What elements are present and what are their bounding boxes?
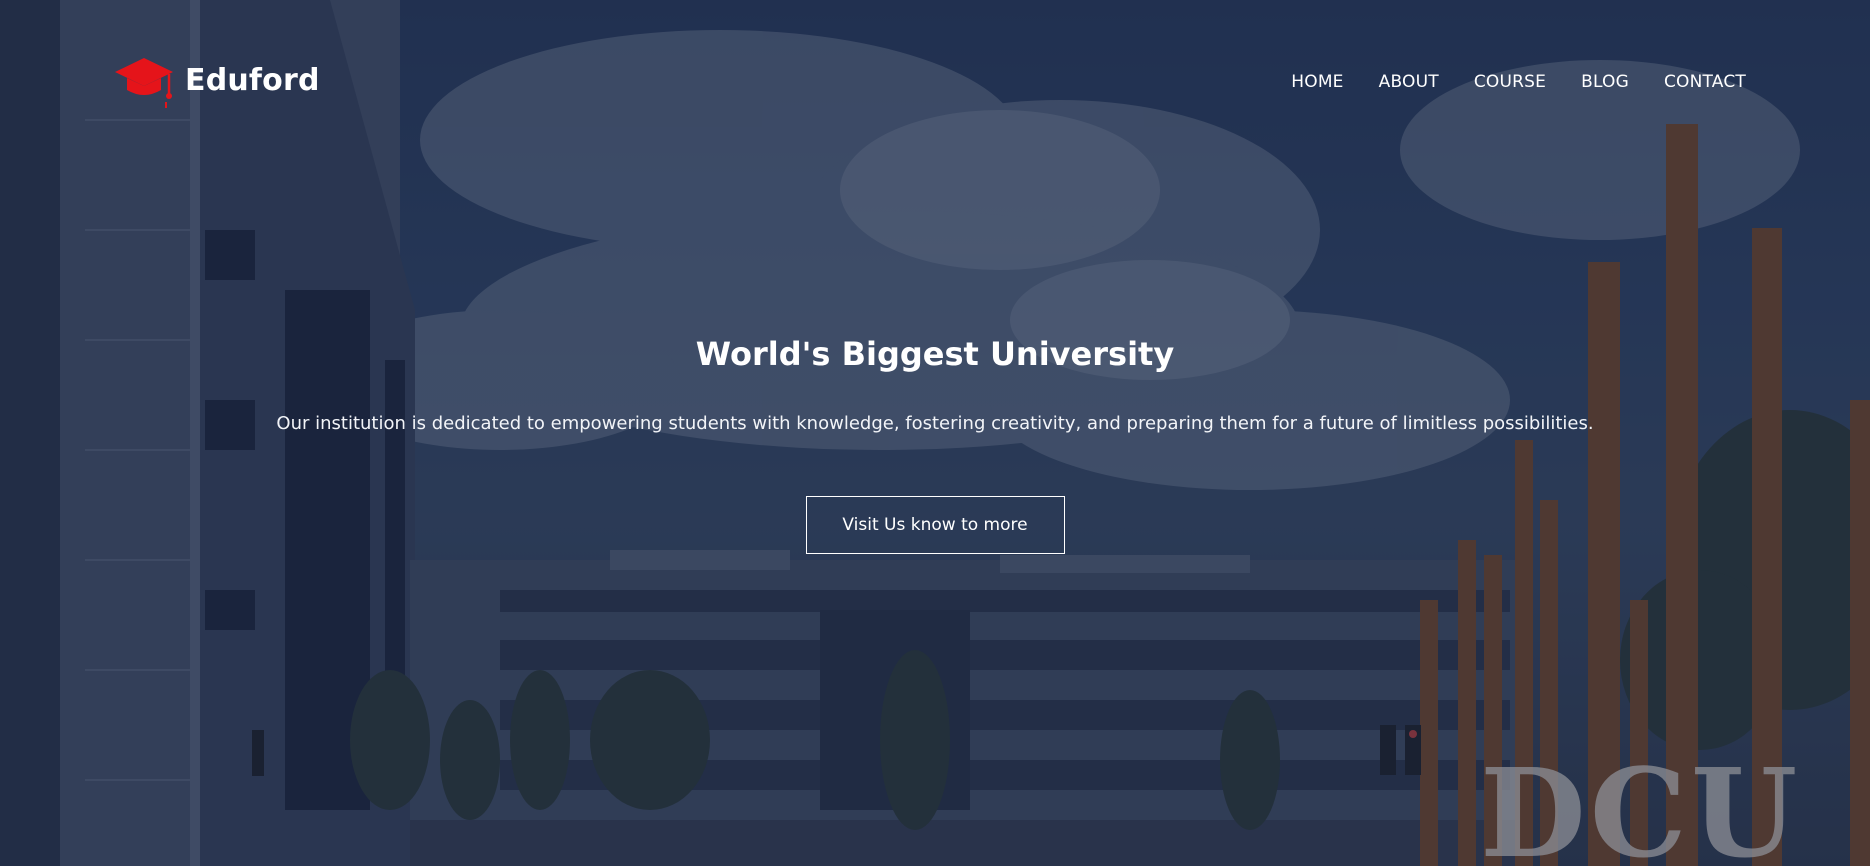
hero-title: World's Biggest University: [695, 335, 1175, 373]
main-navigation: HOME ABOUT COURSE BLOG CONTACT: [1291, 72, 1746, 92]
nav-item-home[interactable]: HOME: [1291, 72, 1343, 92]
nav-item-about[interactable]: ABOUT: [1379, 72, 1439, 92]
nav-item-course[interactable]: COURSE: [1474, 72, 1546, 92]
nav-item-blog[interactable]: BLOG: [1581, 72, 1629, 92]
hero-content: World's Biggest University Our instituti…: [0, 335, 1870, 554]
nav-item-contact[interactable]: CONTACT: [1664, 72, 1746, 92]
graduation-cap-icon: [115, 58, 173, 108]
hero-section: Eduford HOME ABOUT COURSE BLOG CONTACT W…: [0, 0, 1870, 866]
visit-us-button[interactable]: Visit Us know to more: [805, 496, 1065, 554]
brand-logo[interactable]: Eduford: [113, 52, 320, 108]
campus-sign: DCU: [1480, 741, 1802, 866]
hero-subtitle: Our institution is dedicated to empoweri…: [276, 413, 1594, 434]
brand-name: Eduford: [185, 62, 320, 98]
